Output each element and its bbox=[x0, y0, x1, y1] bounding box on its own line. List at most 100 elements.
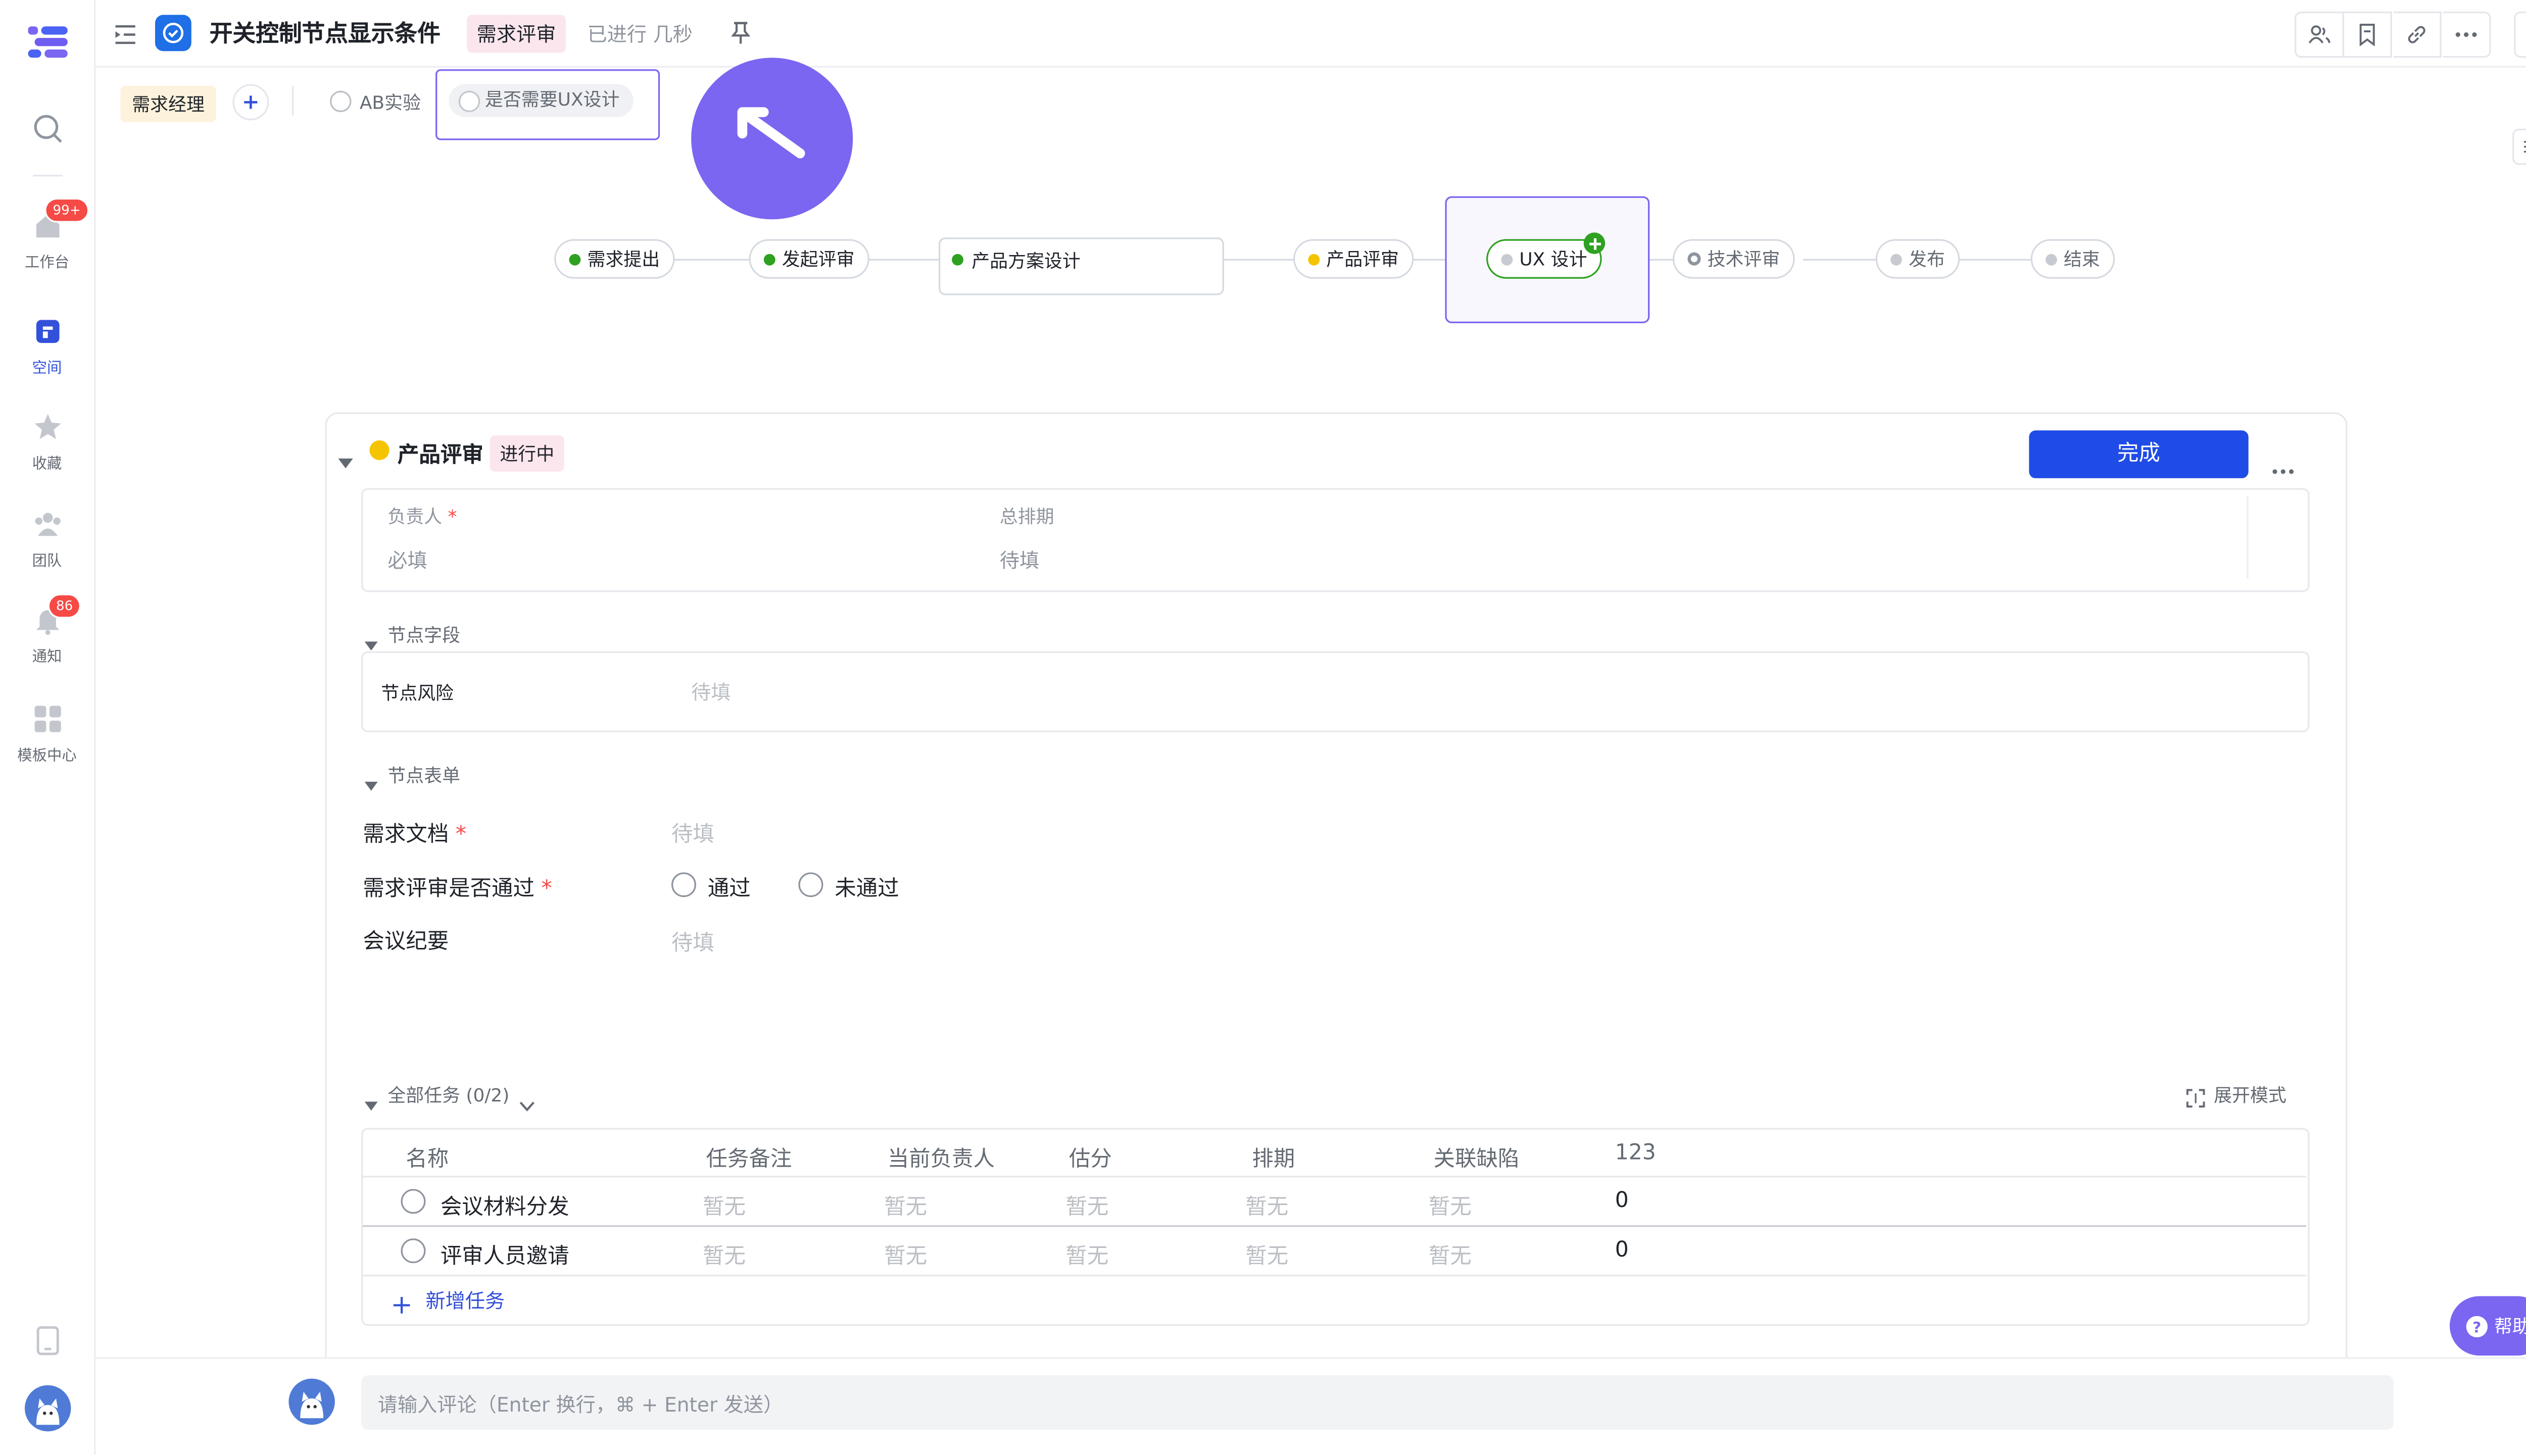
task-number[interactable]: 0 bbox=[1615, 1189, 1629, 1214]
expand-mode-icon[interactable] bbox=[2186, 1083, 2206, 1115]
sidebar-item-label: 通知 bbox=[32, 649, 62, 667]
copy-link-button[interactable] bbox=[2393, 11, 2442, 58]
arrow-cursor-icon bbox=[737, 107, 805, 159]
avatar-cat-icon bbox=[300, 1391, 323, 1419]
task-name[interactable]: 会议材料分发 bbox=[441, 1189, 569, 1220]
team-icon bbox=[34, 513, 60, 536]
comment-placeholder: 请输入评论（Enter 换行，⌘ + Enter 发送） bbox=[377, 1393, 784, 1417]
fail-option-label[interactable]: 未通过 bbox=[835, 871, 899, 902]
node-more-icon[interactable] bbox=[2271, 450, 2295, 481]
col-header-name[interactable]: 名称 bbox=[406, 1141, 449, 1173]
flow-node-label: 需求提出 bbox=[587, 249, 660, 271]
doc-label: 需求文档 * bbox=[363, 823, 466, 848]
risk-field[interactable]: 待填 bbox=[691, 678, 731, 706]
flow-node-product-solution[interactable]: 产品方案设计 bbox=[938, 237, 1224, 295]
col-header-note[interactable]: 任务备注 bbox=[706, 1141, 792, 1173]
task-points[interactable]: 暂无 bbox=[1065, 1189, 1108, 1220]
unread-badge: 99+ bbox=[44, 197, 89, 223]
col-header-defects[interactable]: 关联缺陷 bbox=[1434, 1141, 1520, 1173]
ux-condition-label: 是否需要UX设计 bbox=[484, 89, 620, 111]
task-note[interactable]: 暂无 bbox=[703, 1189, 746, 1220]
task-complete-checkbox[interactable] bbox=[401, 1189, 426, 1214]
minutes-field[interactable]: 待填 bbox=[671, 925, 714, 957]
panel-settings-button[interactable] bbox=[2512, 128, 2526, 165]
complete-button[interactable]: 完成 bbox=[2029, 430, 2249, 478]
col-header-owner[interactable]: 当前负责人 bbox=[888, 1141, 995, 1173]
chevron-down-icon[interactable] bbox=[519, 1087, 535, 1118]
task-defects[interactable]: 暂无 bbox=[1429, 1189, 1472, 1220]
current-stage-tag[interactable]: 需求评审 bbox=[467, 15, 566, 53]
schedule-label: 总排期 bbox=[999, 506, 1054, 528]
doc-field[interactable]: 待填 bbox=[671, 816, 714, 847]
flow-connector bbox=[673, 259, 749, 261]
tasks-caret-icon[interactable] bbox=[364, 1087, 378, 1118]
sidebar-item-label: 工作台 bbox=[24, 256, 70, 272]
task-note[interactable]: 暂无 bbox=[703, 1238, 746, 1270]
role-tag[interactable]: 需求经理 bbox=[120, 85, 216, 122]
table-divider bbox=[363, 1275, 2306, 1277]
flow-node-tech-review[interactable]: 技术评审 bbox=[1673, 239, 1795, 279]
col-header-schedule[interactable]: 排期 bbox=[1252, 1141, 1295, 1173]
mobile-icon[interactable] bbox=[36, 1326, 60, 1362]
add-task-button[interactable]: 新增任务 bbox=[425, 1286, 505, 1315]
search-icon[interactable] bbox=[33, 114, 63, 150]
pass-radio[interactable] bbox=[671, 872, 696, 897]
schedule-field[interactable]: 待填 bbox=[1000, 546, 1039, 574]
flow-node-end[interactable]: 结束 bbox=[2030, 239, 2115, 279]
task-number[interactable]: 0 bbox=[1615, 1238, 1629, 1263]
flow-node-label: 发布 bbox=[1908, 249, 1945, 271]
task-name[interactable]: 评审人员邀请 bbox=[441, 1238, 569, 1270]
comment-input[interactable]: 请输入评论（Enter 换行，⌘ + Enter 发送） bbox=[361, 1375, 2394, 1430]
app-logo[interactable] bbox=[28, 23, 68, 60]
flow-node-start-review[interactable]: 发起评审 bbox=[749, 239, 869, 279]
ab-test-toggle[interactable] bbox=[330, 90, 352, 113]
flow-node-label: UX 设计 bbox=[1519, 249, 1587, 271]
node-fields-box bbox=[361, 651, 2310, 732]
help-label: 帮助 bbox=[2494, 1316, 2526, 1338]
task-schedule[interactable]: 暂无 bbox=[1245, 1189, 1288, 1220]
sidebar-item-space[interactable]: 空间 bbox=[0, 317, 94, 378]
col-header-123[interactable]: 123 bbox=[1615, 1141, 1656, 1166]
sidebar-item-team[interactable]: 团队 bbox=[0, 510, 94, 571]
bookmark-button[interactable] bbox=[2344, 11, 2392, 58]
task-defects[interactable]: 暂无 bbox=[1429, 1238, 1472, 1270]
task-complete-checkbox[interactable] bbox=[401, 1238, 426, 1264]
collapse-sidebar-icon[interactable] bbox=[114, 21, 137, 53]
task-owner[interactable]: 暂无 bbox=[884, 1238, 927, 1270]
sidebar-item-notifications[interactable]: 通知 86 bbox=[0, 593, 94, 667]
flow-connector bbox=[1803, 259, 1876, 261]
form-section-title[interactable]: 节点表单 bbox=[387, 762, 460, 788]
owner-field[interactable]: 必填 bbox=[387, 546, 427, 574]
ux-design-condition-toggle[interactable]: 是否需要UX设计 bbox=[449, 84, 633, 117]
collapse-caret-icon[interactable] bbox=[338, 445, 353, 477]
flow-node-requirement-raise[interactable]: 需求提出 bbox=[554, 239, 675, 279]
col-header-points[interactable]: 估分 bbox=[1069, 1141, 1112, 1173]
task-schedule[interactable]: 暂无 bbox=[1245, 1238, 1288, 1270]
left-sidebar: 工作台 99+ 空间 收藏 团队 通知 86 模板中心 bbox=[0, 0, 96, 1454]
add-task-plus-icon[interactable] bbox=[393, 1289, 411, 1321]
tasks-section-title[interactable]: 全部任务 (0/2) bbox=[387, 1082, 509, 1108]
sidebar-item-templates[interactable]: 模板中心 bbox=[0, 704, 94, 765]
close-button[interactable] bbox=[2514, 11, 2526, 58]
pin-icon[interactable] bbox=[731, 20, 751, 51]
table-divider bbox=[363, 1176, 2306, 1178]
task-points[interactable]: 暂无 bbox=[1065, 1238, 1108, 1270]
commenter-avatar bbox=[288, 1378, 335, 1425]
form-caret-icon[interactable] bbox=[364, 767, 378, 798]
add-node-icon[interactable] bbox=[1583, 232, 1606, 254]
sidebar-item-favorites[interactable]: 收藏 bbox=[0, 412, 94, 473]
star-icon bbox=[33, 414, 61, 439]
more-actions-button[interactable] bbox=[2443, 11, 2491, 58]
user-avatar[interactable] bbox=[24, 1385, 71, 1432]
help-button[interactable]: ? 帮助 bbox=[2449, 1296, 2526, 1356]
pass-option-label[interactable]: 通过 bbox=[708, 871, 751, 902]
flow-node-release[interactable]: 发布 bbox=[1875, 239, 1960, 279]
fields-section-title[interactable]: 节点字段 bbox=[387, 622, 460, 648]
task-owner[interactable]: 暂无 bbox=[884, 1189, 927, 1220]
sidebar-item-workbench[interactable]: 工作台 99+ bbox=[0, 197, 94, 272]
flow-node-product-review[interactable]: 产品评审 bbox=[1293, 239, 1414, 279]
members-button[interactable] bbox=[2295, 11, 2344, 58]
fail-radio[interactable] bbox=[798, 872, 823, 897]
expand-mode-button[interactable]: 展开模式 bbox=[2214, 1082, 2287, 1108]
add-role-button[interactable] bbox=[232, 84, 269, 121]
